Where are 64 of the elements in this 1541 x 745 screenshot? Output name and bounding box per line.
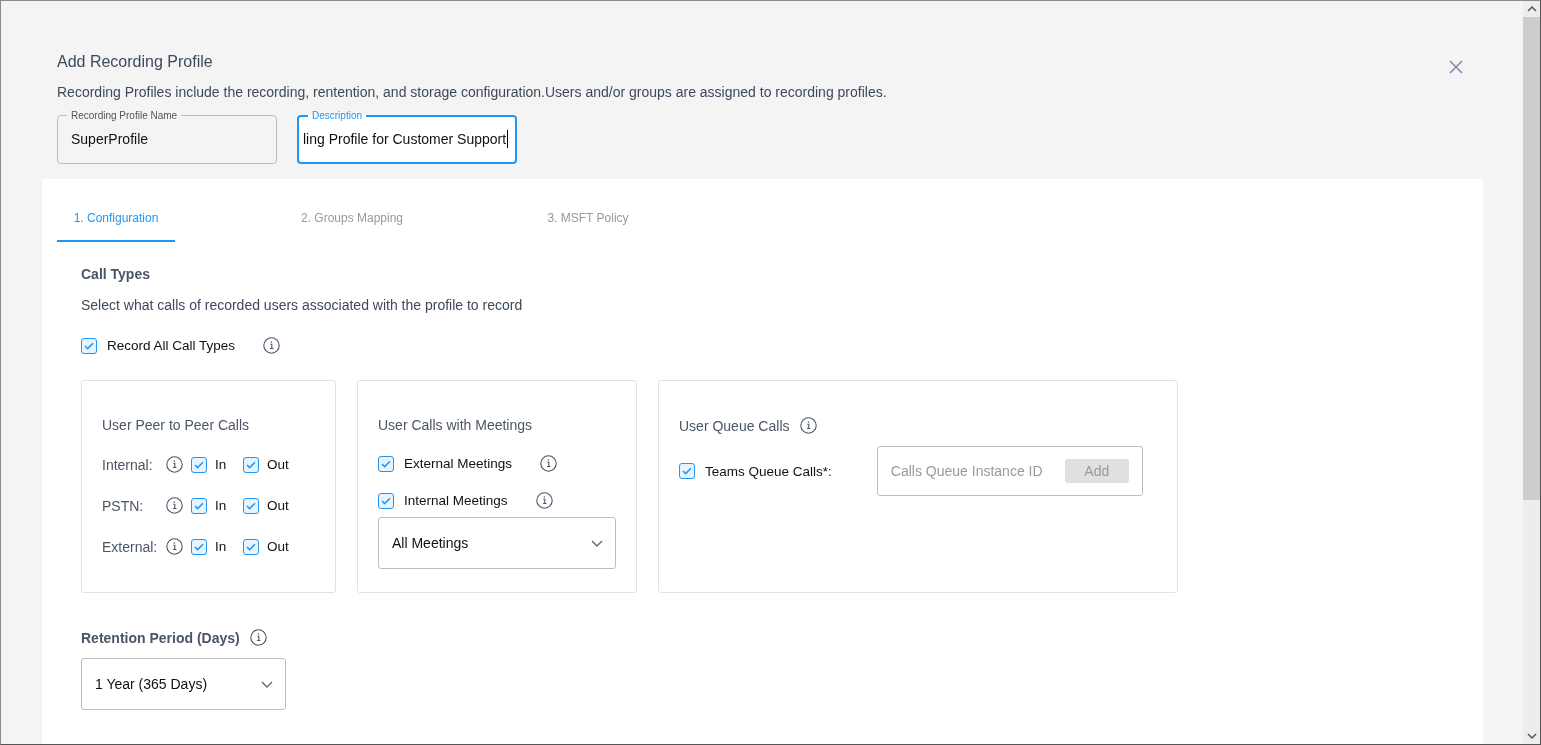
row-label: External:	[102, 538, 158, 555]
field-value: SuperProfile	[71, 130, 150, 148]
info-icon[interactable]	[249, 629, 267, 646]
row-label: Internal:	[102, 456, 154, 473]
text-field[interactable]: Description ling Profile for Customer Support	[297, 110, 517, 164]
check-icon	[194, 501, 204, 510]
checkbox[interactable]	[81, 337, 97, 354]
checkbox[interactable]	[191, 497, 207, 514]
chevron-down-icon	[261, 680, 273, 688]
meetings-dropdown[interactable]: All Meetings	[378, 517, 616, 569]
checkbox-label: Out	[267, 498, 289, 513]
info-icon[interactable]	[535, 492, 553, 509]
checkbox[interactable]	[243, 497, 259, 514]
checkbox[interactable]	[378, 492, 394, 509]
checkbox-label: Internal Meetings	[404, 493, 508, 508]
checkbox[interactable]	[378, 455, 394, 472]
checkbox-label: In	[215, 539, 228, 554]
field-label: Description	[311, 110, 364, 121]
dialog-title: Add Recording Profile	[57, 53, 214, 71]
check-icon	[381, 459, 391, 468]
check-icon	[84, 341, 94, 350]
info-icon[interactable]	[166, 538, 183, 555]
checkbox-label: Teams Queue Calls*:	[705, 463, 832, 479]
checkbox-label: In	[215, 498, 228, 513]
text-field[interactable]: Recording Profile Name SuperProfile	[57, 110, 277, 164]
group-title: User Peer to Peer Calls	[102, 417, 251, 433]
tab[interactable]: 3. MSFT Policy	[529, 199, 647, 242]
checkbox-label: In	[215, 457, 228, 472]
section-description: Select what calls of recorded users associated with the profile to record	[81, 297, 524, 313]
group-title: User Calls with Meetings	[378, 417, 534, 433]
checkbox[interactable]	[243, 538, 259, 555]
check-icon	[381, 496, 391, 505]
tab[interactable]: 1. Configuration	[57, 199, 175, 242]
check-icon	[682, 467, 692, 475]
close-icon[interactable]	[1449, 60, 1463, 74]
chevron-down-icon	[591, 539, 603, 547]
section-heading: Retention Period (Days)	[81, 629, 240, 646]
check-icon	[246, 460, 256, 469]
checkbox-label: External Meetings	[404, 456, 513, 471]
field-value: ling Profile for Customer Support	[303, 129, 509, 148]
checkbox[interactable]	[191, 538, 207, 555]
checkbox-label: Record All Call Types	[107, 338, 236, 353]
check-icon	[246, 501, 256, 510]
info-icon[interactable]	[166, 456, 183, 473]
dialog-subtitle: Recording Profiles include the recording, rentention, and storage configuration.Users and/or groups are assigned to recording profiles.	[57, 84, 887, 100]
scrollbar[interactable]	[1523, 1, 1540, 744]
check-icon	[194, 542, 204, 551]
info-icon[interactable]	[799, 417, 817, 434]
field-label: Recording Profile Name	[70, 110, 179, 121]
checkbox[interactable]	[679, 463, 695, 479]
tab[interactable]: 2. Groups Mapping	[293, 199, 411, 242]
retention-dropdown[interactable]: 1 Year (365 Days)	[81, 658, 286, 710]
check-icon	[246, 542, 256, 551]
checkbox[interactable]	[243, 456, 259, 473]
check-icon	[194, 460, 204, 469]
checkbox[interactable]	[191, 456, 207, 473]
info-icon[interactable]	[166, 497, 183, 514]
info-icon[interactable]	[540, 455, 558, 472]
row-label: PSTN:	[102, 497, 145, 514]
section-heading: Call Types	[81, 266, 151, 282]
group-title: User Queue Calls	[679, 417, 790, 434]
info-icon[interactable]	[263, 337, 281, 354]
checkbox-label: Out	[267, 457, 289, 472]
checkbox-label: Out	[267, 539, 289, 554]
